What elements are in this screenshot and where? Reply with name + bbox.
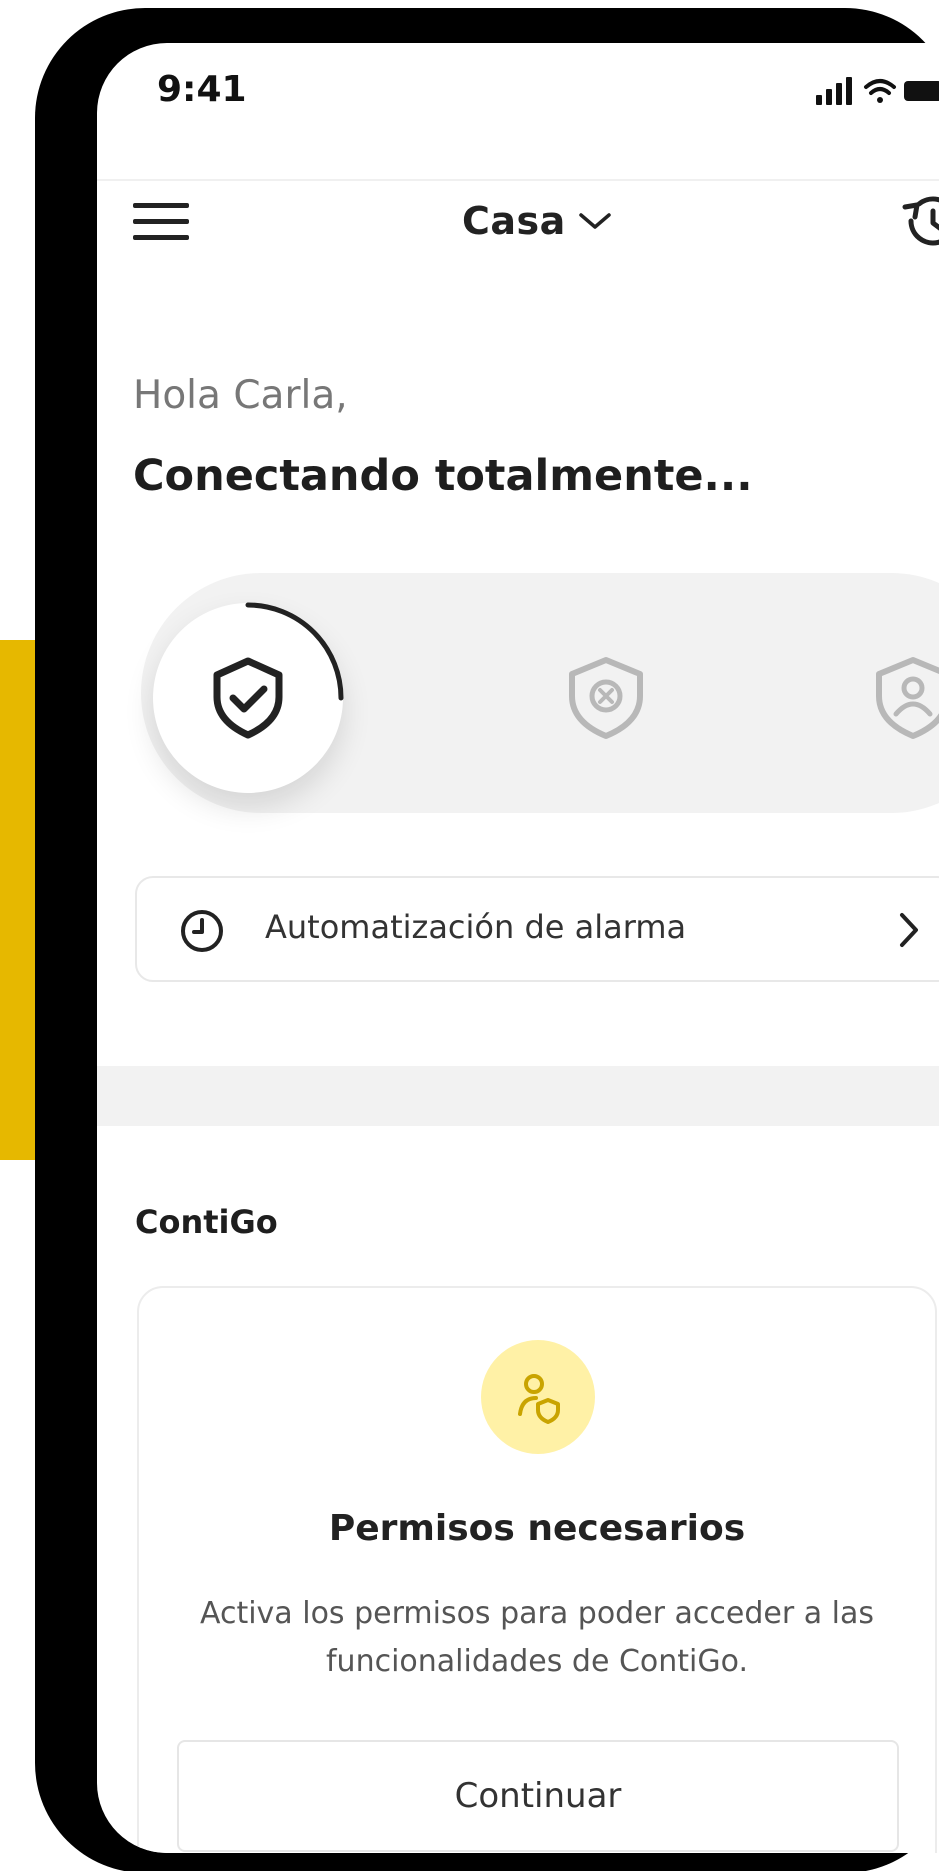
section-separator xyxy=(97,1066,939,1126)
alarm-automation-label: Automatización de alarma xyxy=(265,908,687,946)
alarm-status-heading: Conectando totalmente... xyxy=(133,451,753,501)
wifi-icon xyxy=(864,79,896,103)
history-button[interactable] xyxy=(897,185,939,255)
chevron-right-icon xyxy=(900,913,918,947)
signal-icon xyxy=(816,77,852,105)
clock-icon xyxy=(181,910,223,952)
alarm-mode-selector xyxy=(141,573,939,813)
greeting-text: Hola Carla, xyxy=(133,373,348,418)
mode-button-armed[interactable] xyxy=(153,602,344,793)
chevron-down-icon xyxy=(579,213,611,229)
stage: 9:41 Casa Hola Carla, Conectando totalme… xyxy=(0,0,939,1871)
shield-person-icon xyxy=(876,657,939,739)
location-selector[interactable]: Casa xyxy=(462,191,612,251)
status-icons xyxy=(776,73,939,109)
continue-button[interactable]: Continuar xyxy=(177,1740,899,1852)
mode-button-partial[interactable] xyxy=(863,648,939,748)
permissions-icon-badge xyxy=(481,1340,595,1454)
mode-button-disarmed[interactable] xyxy=(556,648,656,748)
shield-x-icon xyxy=(569,657,643,739)
permissions-title: Permisos necesarios xyxy=(328,1508,746,1549)
shield-check-icon xyxy=(213,657,283,739)
permissions-description: Activa los permisos para poder acceder a… xyxy=(199,1596,875,1679)
hamburger-menu-icon[interactable] xyxy=(133,203,189,247)
phone-frame: 9:41 Casa Hola Carla, Conectando totalme… xyxy=(35,8,939,1871)
contigo-section-title: ContiGo xyxy=(135,1203,278,1241)
permissions-card: Permisos necesarios Activa los permisos … xyxy=(137,1286,937,1853)
status-time: 9:41 xyxy=(157,69,247,110)
phone-screen: 9:41 Casa Hola Carla, Conectando totalme… xyxy=(97,43,939,1853)
alarm-automation-row[interactable]: Automatización de alarma xyxy=(135,876,939,982)
person-shield-icon xyxy=(518,1374,560,1424)
history-icon xyxy=(902,196,939,246)
location-label: Casa xyxy=(462,199,566,243)
header-divider xyxy=(97,179,939,181)
battery-icon xyxy=(904,81,939,101)
